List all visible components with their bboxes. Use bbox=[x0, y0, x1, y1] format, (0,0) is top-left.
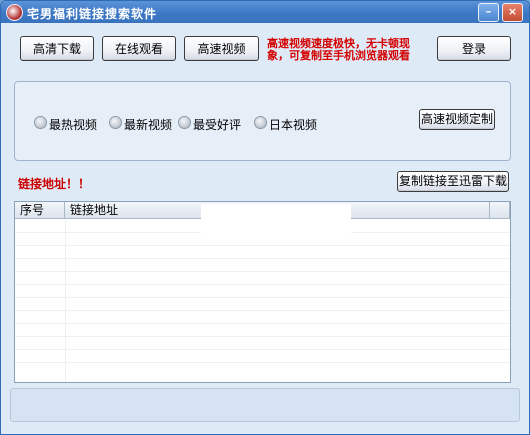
notice-line-2: 象，可复制至手机浏览器观看 bbox=[267, 49, 410, 62]
radio-label: 最热视频 bbox=[49, 118, 98, 132]
app-logo-icon bbox=[6, 4, 23, 21]
row-divider bbox=[15, 284, 510, 285]
row-divider bbox=[15, 258, 510, 259]
column-header-filler bbox=[490, 202, 510, 219]
radio-button-icon[interactable] bbox=[109, 116, 122, 129]
radio-label: 最受好评 bbox=[193, 118, 242, 132]
custom-video-button[interactable]: 高速视频定制 bbox=[419, 109, 495, 130]
redacted-area bbox=[201, 204, 351, 240]
row-divider bbox=[15, 271, 510, 272]
login-button[interactable]: 登录 bbox=[437, 36, 511, 61]
fast-video-button[interactable]: 高速视频 bbox=[184, 36, 259, 61]
column-divider bbox=[65, 219, 66, 382]
row-divider bbox=[15, 362, 510, 363]
row-divider bbox=[15, 336, 510, 337]
radio-button-icon[interactable] bbox=[254, 116, 267, 129]
window-title: 宅男福利链接搜索软件 bbox=[27, 7, 158, 21]
close-button[interactable]: × bbox=[502, 3, 523, 22]
radio-label: 日本视频 bbox=[269, 118, 318, 132]
radio-label: 最新视频 bbox=[124, 118, 173, 132]
notice-text: 高速视频速度极快，无卡顿现 象，可复制至手机浏览器观看 bbox=[267, 38, 427, 62]
radio-button-icon[interactable] bbox=[34, 116, 47, 129]
title-bar[interactable]: 宅男福利链接搜索软件 – × bbox=[1, 1, 529, 23]
row-divider bbox=[15, 310, 510, 311]
column-header-index[interactable]: 序号 bbox=[15, 202, 65, 219]
row-divider bbox=[15, 297, 510, 298]
online-watch-button[interactable]: 在线观看 bbox=[102, 36, 176, 61]
status-bar bbox=[10, 388, 520, 422]
minimize-button[interactable]: – bbox=[478, 3, 499, 22]
row-divider bbox=[15, 349, 510, 350]
radio-button-icon[interactable] bbox=[178, 116, 191, 129]
row-divider bbox=[15, 245, 510, 246]
hd-download-button[interactable]: 高清下载 bbox=[20, 36, 94, 61]
link-address-label: 链接地址！！ bbox=[18, 177, 91, 191]
app-window: 宅男福利链接搜索软件 – × 高清下载 在线观看 高速视频 高速视频速度极快，无… bbox=[0, 0, 530, 435]
row-divider bbox=[15, 323, 510, 324]
copy-to-thunder-button[interactable]: 复制链接至迅雷下载 bbox=[397, 171, 509, 192]
